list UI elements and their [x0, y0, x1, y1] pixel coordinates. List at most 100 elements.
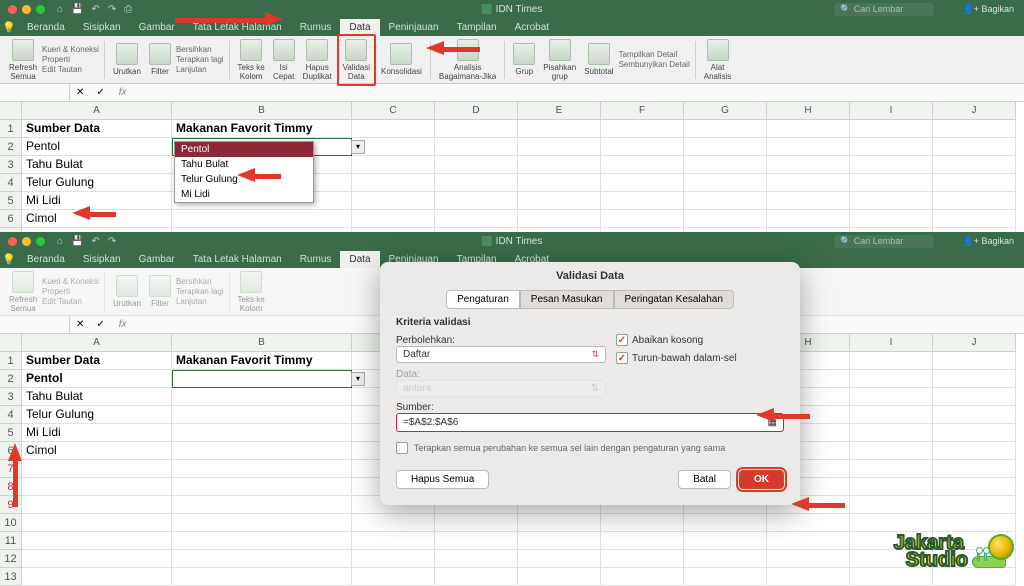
tab-acrobat[interactable]: Acrobat: [506, 19, 558, 36]
dropdown-item-pentol[interactable]: Pentol: [175, 142, 313, 157]
cell-a2[interactable]: Pentol: [22, 138, 172, 156]
search-input[interactable]: 🔍 Cari Lembar: [834, 3, 934, 16]
ungroup-button[interactable]: Pisahkan grup: [540, 37, 579, 83]
stepper-icon[interactable]: ⇅: [591, 349, 599, 360]
tab-gambar-2[interactable]: Gambar: [130, 251, 184, 268]
advanced-button[interactable]: Lanjutan: [176, 65, 224, 74]
cell-a4[interactable]: Telur Gulung: [22, 174, 172, 192]
section-kriteria: Kriteria validasi: [396, 317, 784, 328]
cell-a1[interactable]: Sumber Data: [22, 120, 172, 138]
tab-rumus-2[interactable]: Rumus: [291, 251, 341, 268]
zoom-icon[interactable]: [36, 5, 45, 14]
tab-beranda-2[interactable]: Beranda: [18, 251, 74, 268]
fx-label[interactable]: fx: [111, 87, 135, 98]
close-icon[interactable]: [8, 5, 17, 14]
undo-icon[interactable]: ↶: [92, 4, 100, 15]
row-5[interactable]: 5: [0, 192, 22, 210]
home-icon[interactable]: ⌂: [57, 4, 63, 15]
tab-tataletak-2[interactable]: Tata Letak Halaman: [184, 251, 291, 268]
clear-all-button[interactable]: Hapus Semua: [396, 470, 489, 489]
cancel-button[interactable]: Batal: [678, 470, 731, 489]
redo-icon[interactable]: ↷: [108, 4, 116, 15]
kueri-button[interactable]: Kueri & Koneksi: [42, 45, 99, 54]
source-input[interactable]: =$A$2:$A$6▦: [396, 413, 784, 432]
dropdown-toggle-2[interactable]: ▾: [351, 372, 365, 386]
edit-tautan-button[interactable]: Edit Tautan: [42, 65, 99, 74]
share-button[interactable]: 👤+ Bagikan: [963, 4, 1015, 15]
data-validation-button[interactable]: Validasi Data: [340, 37, 373, 83]
sheet-grid-top[interactable]: A B C D E F G H I J 1Sumber DataMakanan …: [0, 102, 1024, 246]
row-3[interactable]: 3: [0, 156, 22, 174]
share-button-2[interactable]: 👤+ Bagikan: [963, 236, 1015, 247]
col-i[interactable]: I: [850, 102, 933, 120]
col-b[interactable]: B: [172, 102, 352, 120]
name-box[interactable]: [0, 84, 70, 101]
ignore-blank-check[interactable]: ✓Abaikan kosong: [616, 334, 784, 346]
consolidate-button[interactable]: Konsolidasi: [378, 41, 425, 78]
cancel-fx-icon[interactable]: ✕: [70, 87, 90, 98]
dropdown-item-milidi[interactable]: Mi Lidi: [175, 187, 313, 202]
print-icon[interactable]: ⎙: [124, 4, 132, 15]
text-to-col-button[interactable]: Teks ke Kolom: [235, 37, 268, 83]
analysis-tools-button[interactable]: Alat Analisis: [701, 37, 735, 83]
ok-button[interactable]: OK: [739, 470, 784, 489]
reapply-button[interactable]: Terapkan lagi: [176, 55, 224, 64]
col-h[interactable]: H: [767, 102, 850, 120]
tab-sisipkan[interactable]: Sisipkan: [74, 19, 130, 36]
col-a[interactable]: A: [22, 102, 172, 120]
min-icon-2[interactable]: [22, 237, 31, 246]
traffic-lights[interactable]: [8, 5, 45, 14]
col-g[interactable]: G: [684, 102, 767, 120]
zoom-icon-2[interactable]: [36, 237, 45, 246]
group-button[interactable]: Grup: [510, 41, 538, 78]
dlg-tab-pengaturan[interactable]: Pengaturan: [446, 290, 520, 309]
subtotal-button[interactable]: Subtotal: [581, 41, 616, 78]
close-icon-2[interactable]: [8, 237, 17, 246]
whatif-button[interactable]: Analisis Bagaimana-Jika: [436, 37, 499, 83]
cell-b1[interactable]: Makanan Favorit Timmy: [172, 120, 352, 138]
col-e[interactable]: E: [518, 102, 601, 120]
search-input-2[interactable]: 🔍 Cari Lembar: [834, 235, 934, 248]
col-j[interactable]: J: [933, 102, 1016, 120]
row-6[interactable]: 6: [0, 210, 22, 228]
allow-select[interactable]: Daftar⇅: [396, 346, 606, 363]
remove-dup-button[interactable]: Hapus Duplikat: [300, 37, 335, 83]
tab-tampilan[interactable]: Tampilan: [448, 19, 506, 36]
cell-a3[interactable]: Tahu Bulat: [22, 156, 172, 174]
flash-fill-button[interactable]: Isi Cepat: [270, 37, 298, 83]
tab-data[interactable]: Data: [340, 19, 379, 36]
enter-fx-icon[interactable]: ✓: [90, 87, 110, 98]
col-f[interactable]: F: [601, 102, 684, 120]
tell-me-2[interactable]: 💡: [0, 253, 18, 266]
apply-all-note[interactable]: Terapkan semua perubahan ke semua sel la…: [380, 432, 800, 464]
minimize-icon[interactable]: [22, 5, 31, 14]
filter-button[interactable]: Filter: [146, 41, 174, 78]
unchecked-box-icon[interactable]: [396, 442, 408, 454]
dropdown-toggle-icon[interactable]: ▾: [351, 140, 365, 154]
refresh-button[interactable]: Refresh Semua: [6, 37, 40, 83]
tab-rumus[interactable]: Rumus: [291, 19, 341, 36]
dlg-tab-peringatan[interactable]: Peringatan Kesalahan: [614, 290, 734, 309]
row-2[interactable]: 2: [0, 138, 22, 156]
col-c[interactable]: C: [352, 102, 435, 120]
row-4[interactable]: 4: [0, 174, 22, 192]
traffic-lights-2[interactable]: [8, 237, 45, 246]
cell-a5[interactable]: Mi Lidi: [22, 192, 172, 210]
row-1[interactable]: 1: [0, 120, 22, 138]
in-cell-dropdown-check[interactable]: ✓Turun-bawah dalam-sel: [616, 352, 784, 364]
save-icon[interactable]: 💾: [71, 4, 83, 15]
properti-button[interactable]: Properti: [42, 55, 99, 64]
tab-sisipkan-2[interactable]: Sisipkan: [74, 251, 130, 268]
name-box-2[interactable]: [0, 316, 70, 333]
tell-me-icon[interactable]: 💡: [0, 21, 18, 34]
col-d[interactable]: D: [435, 102, 518, 120]
sort-button[interactable]: Urutkan: [110, 41, 144, 78]
tab-beranda[interactable]: Beranda: [18, 19, 74, 36]
cell-b2-2[interactable]: ▾: [172, 370, 352, 388]
fx-label-2[interactable]: fx: [111, 319, 135, 330]
tab-peninjauan[interactable]: Peninjauan: [380, 19, 448, 36]
tab-data-2[interactable]: Data: [340, 251, 379, 268]
clear-button[interactable]: Bersihkan: [176, 45, 224, 54]
select-all[interactable]: [0, 102, 22, 120]
dlg-tab-pesan[interactable]: Pesan Masukan: [520, 290, 614, 309]
